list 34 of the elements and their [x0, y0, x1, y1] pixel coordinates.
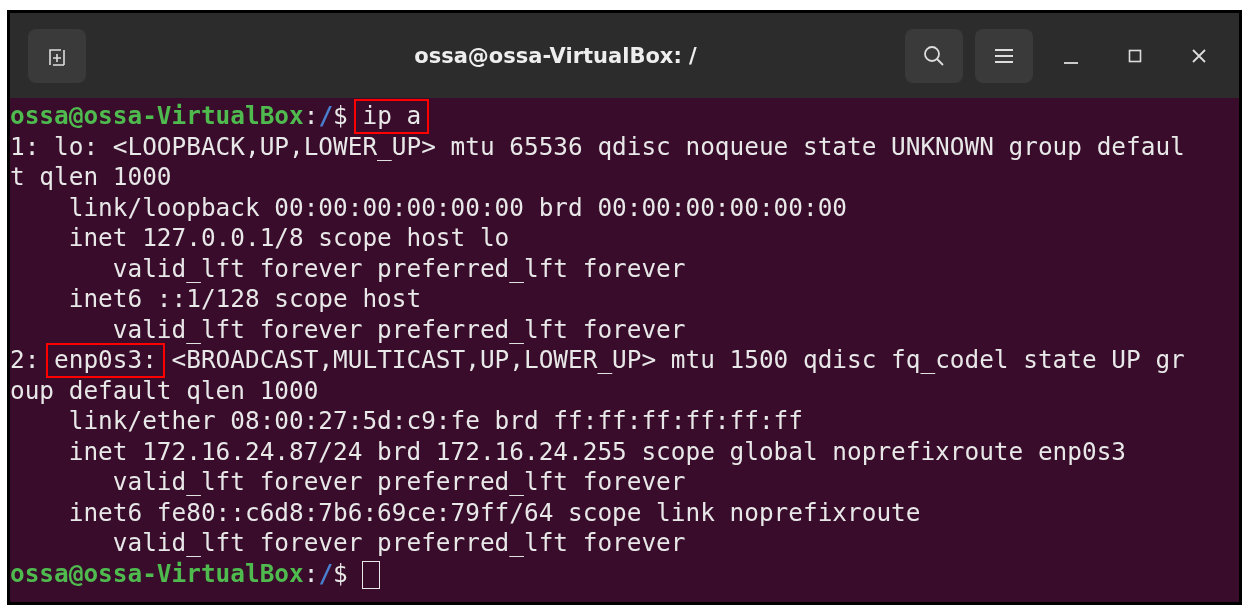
menu-button[interactable] [975, 28, 1033, 83]
output-text: t qlen 1000 [10, 162, 172, 191]
prompt-user-host: ossa@ossa-VirtualBox [10, 101, 304, 130]
command-text: ip a [354, 99, 430, 134]
output-text: inet 127.0.0.1/8 scope host lo [67, 223, 510, 252]
output-text: <BROADCAST,MULTICAST,UP,LOWER_UP> mtu 1500 qdisc fq_codel state UP gr [170, 345, 1185, 374]
new-tab-button[interactable] [28, 28, 86, 83]
prompt-symbol: $ [333, 101, 348, 130]
output-text: valid_lft forever preferred_lft forever [111, 467, 686, 496]
output-text: valid_lft forever preferred_lft forever [111, 253, 686, 283]
output-text: valid_lft forever preferred_lft forever [111, 314, 686, 344]
output-text: 1: lo: <LOOPBACK,UP,LOWER_UP> mtu 65536 qdisc noqueue state UNKNOWN group defaul [10, 131, 1185, 161]
minimize-icon [1064, 61, 1078, 64]
prompt-path: / [318, 558, 334, 588]
output-text: inet6 ::1/128 scope host [67, 284, 422, 313]
prompt-symbol: $ [333, 558, 348, 588]
prompt-path: / [318, 101, 334, 130]
maximize-icon [1128, 48, 1142, 63]
output-text: enp0s3: [46, 343, 165, 378]
search-icon [922, 43, 946, 68]
output-text: inet6 fe80::c6d8:7b6:69ce:79ff/64 scope link noprefixroute [67, 497, 921, 527]
output-text: link/ether 08:00:27:5d:c9:fe brd ff:ff:ff:ff:ff:ff [67, 406, 803, 435]
output-text: 2: [10, 345, 41, 374]
window-title: ossa@ossa-VirtualBox: / [413, 43, 698, 68]
close-icon [1192, 48, 1206, 63]
output-text: valid_lft forever preferred_lft forever [111, 528, 686, 557]
menu-icon [994, 46, 1014, 65]
prompt-separator: : [303, 101, 319, 130]
output-text: link/loopback 00:00:00:00:00:00 brd 00:00:00:00:00:00 [67, 192, 847, 222]
output-text: inet 172.16.24.87/24 brd 172.16.24.255 scope global noprefixroute enp0s3 [67, 436, 1126, 466]
prompt-separator: : [303, 558, 319, 588]
output-text: oup default qlen 1000 [10, 375, 319, 405]
search-button[interactable] [905, 28, 963, 83]
prompt-user-host: ossa@ossa-VirtualBox [10, 558, 304, 588]
